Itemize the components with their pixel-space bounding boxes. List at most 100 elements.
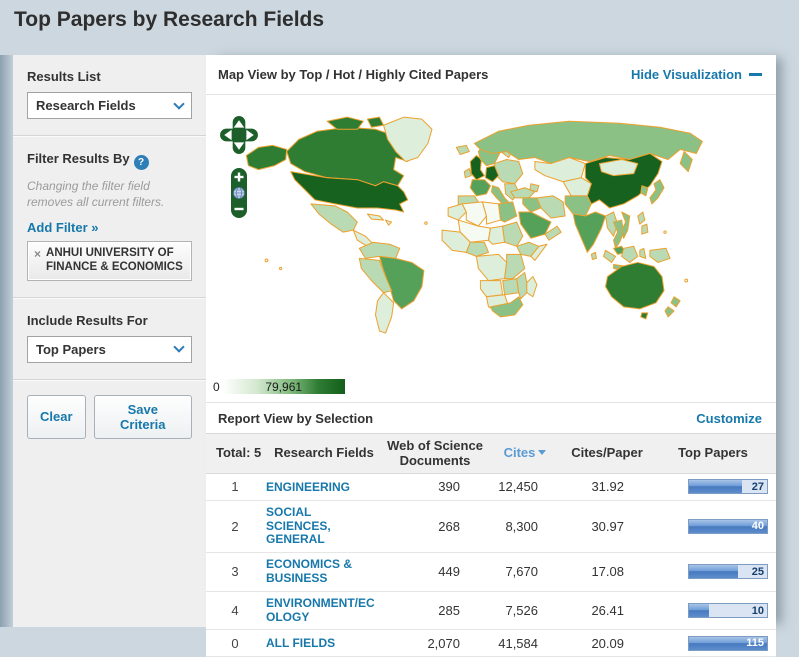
country-angola [480,281,502,297]
field-link[interactable]: ENVIRONMENT/ECOLOGY [266,597,378,625]
include-results-section: Include Results For Top Papers [13,299,206,379]
atlantic-island [425,222,427,224]
cites-value: 12,450 [486,474,564,501]
clear-button[interactable]: Clear [27,395,86,439]
main-panel: Map View by Top / Hot / Highly Cited Pap… [206,55,776,627]
country-afghanistan-pakistan [565,196,591,216]
wos-documents-value: 390 [384,474,486,501]
central-asia [563,178,591,196]
kamchatka [680,151,692,171]
island-tasmania [641,313,648,319]
pacific-island [265,259,268,262]
map-view-header: Map View by Top / Hot / Highly Cited Pap… [206,55,776,95]
table-header-row: Total: 5 Research Fields Web of Science … [206,434,776,474]
top-papers-bar: 27 [688,479,768,494]
row-rank: 0 [206,630,264,657]
wos-documents-value: 285 [384,591,486,630]
cites-per-paper-value: 26.41 [564,591,650,630]
field-link[interactable]: ALL FIELDS [266,637,335,651]
save-criteria-button[interactable]: Save Criteria [94,395,192,439]
cites-value: 8,300 [486,500,564,552]
country-new-zealand [671,297,680,307]
country-australia [606,262,665,308]
table-row: 1 ENGINEERING 390 12,450 31.92 27 [206,474,776,501]
hide-visualization-link[interactable]: Hide Visualization [631,67,762,82]
top-papers-value: 27 [752,481,764,493]
country-egypt [499,202,517,222]
minus-icon [749,73,762,76]
cites-value: 7,670 [486,553,564,592]
report-view-header: Report View by Selection Customize [206,403,776,433]
arctic-islands [367,117,383,127]
central-africa [476,254,506,280]
results-list-selected: Research Fields [36,98,136,113]
sort-desc-icon [538,450,546,455]
top-papers-value: 115 [746,637,764,649]
sidebar-buttons: Clear Save Criteria [13,381,206,455]
row-rank: 3 [206,553,264,592]
row-rank: 1 [206,474,264,501]
column-research-fields[interactable]: Research Fields [264,434,384,474]
island-papua [650,248,670,262]
top-papers-bar: 115 [688,636,768,651]
results-list-dropdown[interactable]: Research Fields [27,92,192,119]
country-madagascar [527,277,537,297]
pacific-island [664,231,666,233]
field-link[interactable]: ENGINEERING [266,481,350,495]
include-results-dropdown[interactable]: Top Papers [27,336,192,363]
wos-documents-value: 449 [384,553,486,592]
pacific-island [280,267,282,269]
cites-value: 7,526 [486,591,564,630]
table-row: 0 ALL FIELDS 2,070 41,584 20.09 115 [206,630,776,657]
report-table: Total: 5 Research Fields Web of Science … [206,433,776,657]
results-list-label: Results List [27,69,192,84]
country-chad [488,226,504,244]
table-row: 2 SOCIAL SCIENCES, GENERAL 268 8,300 30.… [206,500,776,552]
column-wos-documents[interactable]: Web of Science Documents [384,434,486,474]
choropleth-map[interactable] [206,99,776,361]
filter-chip[interactable]: × ANHUI UNIVERSITY OF FINANCE & ECONOMIC… [27,241,192,281]
top-papers-value: 10 [752,605,764,617]
column-cites-sorted[interactable]: Cites [486,434,564,474]
table-row: 4 ENVIRONMENT/ECOLOGY 285 7,526 26.41 10 [206,591,776,630]
map-zoom-control[interactable] [230,167,248,219]
legend-max: 79,961 [265,380,302,394]
world-map[interactable]: 0 79,961 [206,95,776,403]
row-rank: 2 [206,500,264,552]
map-pan-control[interactable] [219,115,259,155]
include-results-label: Include Results For [27,313,192,328]
country-argentina-chile [375,293,393,333]
field-link[interactable]: SOCIAL SCIENCES, GENERAL [266,506,378,547]
country-iran [537,196,565,218]
field-link[interactable]: ECONOMICS & BUSINESS [266,558,378,586]
filter-note: Changing the filter field removes all cu… [27,178,192,210]
filter-section: Filter Results By? Changing the filter f… [13,137,206,297]
filter-label: Filter Results By? [27,151,192,170]
country-france [470,180,490,196]
column-cites-per-paper[interactable]: Cites/Paper [564,434,650,474]
wos-documents-value: 268 [384,500,486,552]
pacific-island [685,279,688,282]
customize-link[interactable]: Customize [696,411,762,426]
legend-gradient: 79,961 [223,379,345,394]
remove-filter-icon[interactable]: × [34,247,41,275]
sidebar: Results List Research Fields Filter Resu… [13,55,206,627]
filter-chip-label: ANHUI UNIVERSITY OF FINANCE & ECONOMICS [46,247,185,275]
results-list-section: Results List Research Fields [13,55,206,135]
top-papers-value: 25 [752,566,764,578]
help-icon[interactable]: ? [134,155,149,170]
country-sudan [503,222,523,246]
row-rank: 4 [206,591,264,630]
top-papers-bar: 40 [688,519,768,534]
country-india [573,212,605,252]
country-iraq [523,198,541,212]
top-papers-bar: 25 [688,564,768,579]
cites-per-paper-value: 30.97 [564,500,650,552]
column-top-papers[interactable]: Top Papers [650,434,776,474]
top-papers-bar: 10 [688,603,768,618]
total-count: Total: 5 [206,434,264,474]
add-filter-link[interactable]: Add Filter » [27,220,99,235]
top-papers-value: 40 [752,520,764,532]
cites-per-paper-value: 17.08 [564,553,650,592]
content-area: Results List Research Fields Filter Resu… [13,55,776,627]
